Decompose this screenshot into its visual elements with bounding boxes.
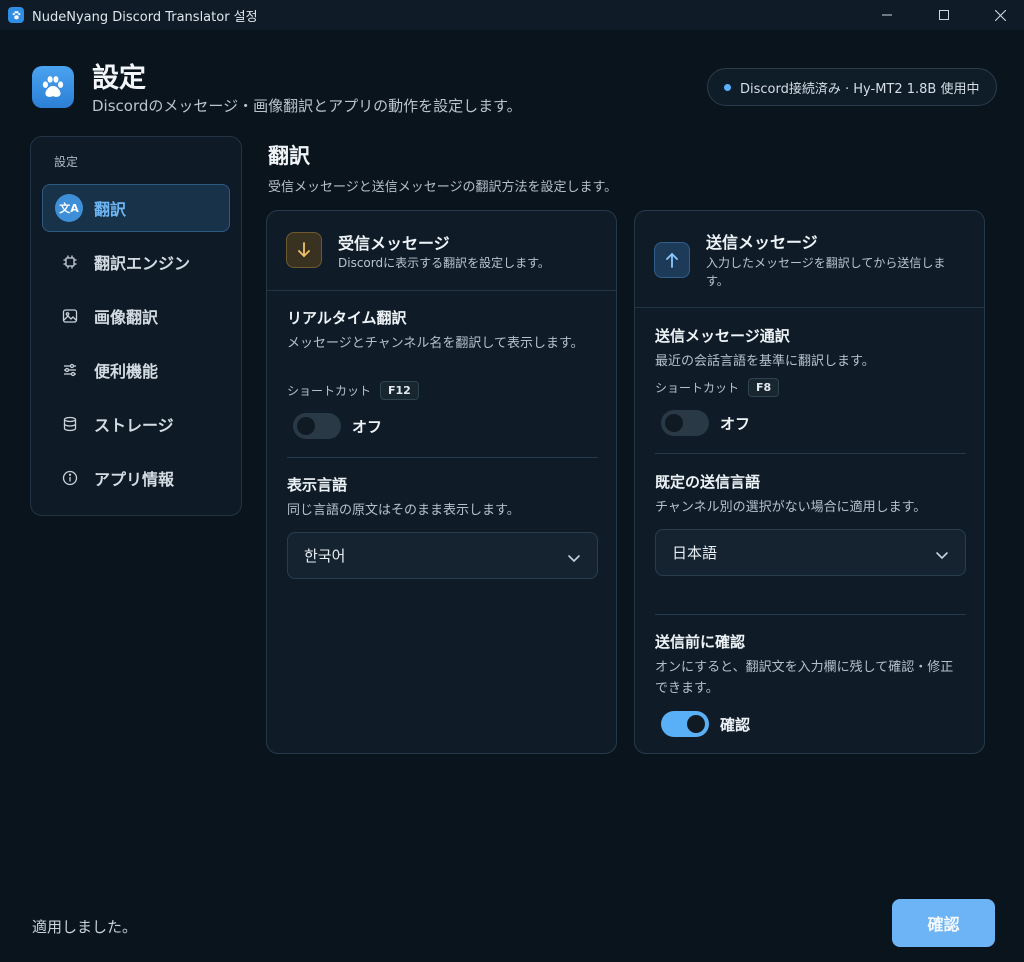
realtime-toggle[interactable] — [293, 413, 341, 439]
sidebar-item-storage[interactable]: ストレージ — [42, 400, 230, 448]
confirm-button[interactable]: 確認 — [892, 899, 995, 947]
realtime-translation-title: リアルタイム翻訳 — [287, 309, 407, 327]
realtime-translation-desc: メッセージとチャンネル名を翻訳して表示します。 — [287, 336, 584, 351]
arrow-down-icon — [286, 232, 322, 268]
card-subtitle: Discordに表示する翻訳を設定します。 — [338, 256, 550, 270]
confirm-toggle-label: 確認 — [720, 715, 751, 734]
card-subtitle: 入力したメッセージを翻訳してから送信します。 — [706, 256, 946, 288]
sidebar-item-image-translation[interactable]: 画像翻訳 — [42, 292, 230, 340]
connection-status-text: Discord接続済み · Hy-MT2 1.8B 使用中 — [740, 81, 980, 97]
outgoing-interpret-desc: 最近の会話言語を基準に翻訳します。 — [655, 354, 875, 369]
default-send-language-title: 既定の送信言語 — [655, 473, 761, 491]
section-title: 翻訳 — [268, 144, 310, 168]
card-header: 受信メッセージ Discordに表示する翻訳を設定します。 — [267, 211, 616, 291]
sidebar-item-label: 翻訳 — [94, 200, 127, 219]
incoming-messages-card: 受信メッセージ Discordに表示する翻訳を設定します。 リアルタイム翻訳 メ… — [266, 210, 617, 754]
default-send-language-value: 日本語 — [672, 544, 718, 562]
divider — [287, 457, 598, 458]
sidebar-item-utilities[interactable]: 便利機能 — [42, 346, 230, 394]
display-language-value: 한국어 — [304, 547, 346, 565]
chevron-down-icon — [935, 546, 949, 564]
card-header: 送信メッセージ 入力したメッセージを翻訳してから送信します。 — [635, 211, 984, 308]
card-title: 送信メッセージ — [706, 233, 818, 252]
realtime-toggle-row: オフ — [293, 413, 382, 439]
sidebar-item-label: アプリ情報 — [94, 470, 175, 489]
window-title: NudeNyang Discord Translator 설정 — [32, 9, 258, 25]
footer-status-text: 適用しました。 — [32, 918, 138, 936]
sidebar-item-label: 画像翻訳 — [94, 308, 159, 327]
section-subtitle: 受信メッセージと送信メッセージの翻訳方法を設定します。 — [268, 180, 618, 195]
shortcut-key: F12 — [380, 381, 419, 400]
arrow-up-icon — [654, 242, 690, 278]
info-icon — [60, 468, 80, 488]
confirm-before-send-title: 送信前に確認 — [655, 633, 746, 651]
shortcut-label: ショートカット — [655, 381, 740, 395]
card-title: 受信メッセージ — [338, 234, 450, 253]
shortcut-key: F8 — [748, 378, 780, 397]
database-icon — [60, 414, 80, 434]
chip-icon — [60, 252, 80, 272]
page-subtitle: Discordのメッセージ・画像翻訳とアプリの動作を設定します。 — [92, 97, 522, 115]
sidebar: 設定 文A 翻訳 翻訳エンジン 画像翻訳 便利機能 ストレージ アプリ情報 — [30, 136, 242, 516]
sliders-icon — [60, 360, 80, 380]
sidebar-item-label: 翻訳エンジン — [94, 254, 191, 273]
status-dot-icon — [724, 83, 731, 91]
close-button[interactable] — [977, 0, 1023, 30]
display-language-desc: 同じ言語の原文はそのまま表示します。 — [287, 503, 520, 518]
sidebar-item-label: 便利機能 — [94, 362, 159, 381]
confirm-before-send-toggle[interactable] — [661, 711, 709, 737]
page-title: 設定 — [92, 63, 146, 94]
interpret-toggle[interactable] — [661, 410, 709, 436]
interpret-toggle-label: オフ — [720, 414, 751, 433]
sidebar-item-translation-engine[interactable]: 翻訳エンジン — [42, 238, 230, 286]
sidebar-item-label: ストレージ — [94, 416, 174, 435]
paw-icon — [8, 7, 24, 23]
maximize-button[interactable] — [921, 0, 967, 30]
default-send-language-select[interactable]: 日本語 — [655, 529, 966, 576]
sidebar-item-translation[interactable]: 文A 翻訳 — [42, 184, 230, 232]
realtime-shortcut: ショートカット F12 — [287, 381, 419, 400]
minimize-button[interactable] — [864, 0, 910, 30]
confirm-toggle-row: 確認 — [661, 711, 750, 737]
realtime-toggle-label: オフ — [352, 417, 383, 436]
interpret-toggle-row: オフ — [661, 410, 750, 436]
divider — [655, 453, 966, 454]
display-language-title: 表示言語 — [287, 476, 348, 494]
display-language-select[interactable]: 한국어 — [287, 532, 598, 579]
shortcut-label: ショートカット — [287, 384, 372, 398]
chevron-down-icon — [567, 549, 581, 567]
outgoing-interpret-title: 送信メッセージ通訳 — [655, 327, 790, 345]
image-icon — [60, 306, 80, 326]
translate-icon: 文A — [55, 194, 83, 222]
sidebar-section-label: 設定 — [54, 155, 79, 169]
outgoing-messages-card: 送信メッセージ 入力したメッセージを翻訳してから送信します。 送信メッセージ通訳… — [634, 210, 985, 754]
confirm-before-send-desc: オンにすると、翻訳文を入力欄に残して確認・修正できます。 — [655, 660, 954, 696]
divider — [655, 614, 966, 615]
interpret-shortcut: ショートカット F8 — [655, 378, 780, 397]
sidebar-item-app-info[interactable]: アプリ情報 — [42, 454, 230, 502]
connection-status-badge: Discord接続済み · Hy-MT2 1.8B 使用中 — [707, 68, 997, 106]
app-logo-icon — [32, 66, 74, 108]
default-send-language-desc: チャンネル別の選択がない場合に適用します。 — [655, 500, 927, 515]
